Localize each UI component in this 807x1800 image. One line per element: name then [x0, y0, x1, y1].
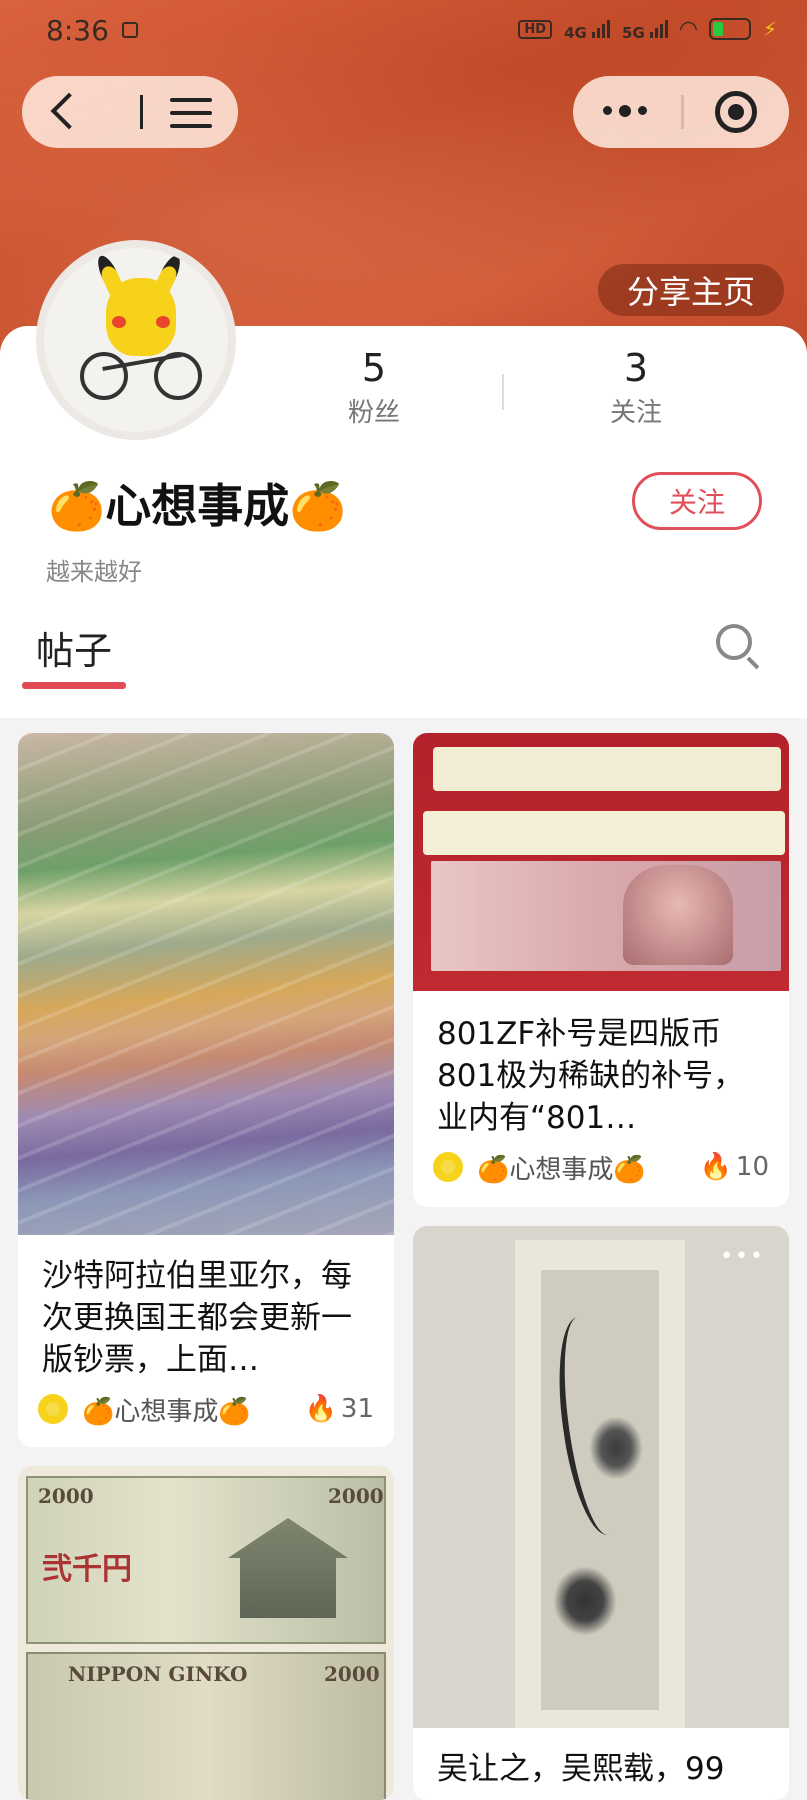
battery-icon [708, 18, 751, 40]
following-stat[interactable]: 3 关注 [594, 346, 678, 429]
nav-capsule-left [22, 76, 238, 148]
post-author: 🍊心想事成🍊 [477, 1154, 646, 1185]
search-icon[interactable] [716, 624, 752, 660]
post-title: 801ZF补号是四版币801极为稀缺的补号，业内有“801… [437, 1016, 745, 1136]
post-image-saudi-riyal [18, 733, 394, 1235]
back-arrow-icon[interactable] [50, 92, 88, 130]
author-avatar [38, 1394, 68, 1424]
profile-bio: 越来越好 [46, 558, 142, 586]
post-image-japanese-yen: 2000 2000 弐千円 NIPPON GINKO 2000 [18, 1466, 394, 1800]
fans-count: 5 [361, 346, 387, 390]
post-heat-count: 10 [735, 1152, 769, 1182]
stat-divider [502, 374, 504, 410]
post-heat-count: 31 [340, 1394, 374, 1424]
post-card[interactable]: 沙特阿拉伯里亚尔，每次更换国王都会更新一版钞票，上面… 🍊心想事成🍊 🔥 31 [18, 733, 394, 1447]
mini-program-capsule [573, 76, 789, 148]
status-indicators: HD 4G 5G ◠ ⚡ [518, 16, 777, 42]
banknote-text: 弐千円 [42, 1552, 132, 1587]
post-card[interactable]: 2000 2000 弐千円 NIPPON GINKO 2000 [18, 1466, 394, 1800]
ink-leaves [589, 1416, 643, 1480]
fire-icon: 🔥 [699, 1152, 732, 1182]
more-dots-icon[interactable]: ••• [720, 1244, 765, 1269]
banknote-portrait [623, 865, 733, 965]
sim-card-icon [122, 22, 138, 38]
banknote: 2000 2000 弐千円 [26, 1476, 386, 1644]
status-bar: 8:36 HD 4G 5G ◠ ⚡ [0, 0, 807, 64]
bicycle-wheel-icon [80, 352, 128, 400]
banknote: NIPPON GINKO 2000 [26, 1652, 386, 1800]
banknote-text: 2000 [328, 1484, 384, 1508]
share-homepage-button[interactable]: 分享主页 [598, 264, 784, 316]
signal-bars-icon [650, 16, 669, 38]
post-card[interactable]: ••• 吴让之，吴熙载，99 [413, 1226, 789, 1800]
follow-button[interactable]: 关注 [632, 472, 762, 530]
post-card[interactable]: 801ZF补号是四版币801极为稀缺的补号，业内有“801… 🍊心想事成🍊 🔥 … [413, 733, 789, 1207]
tab-posts[interactable]: 帖子 [36, 620, 112, 675]
hamburger-menu-icon[interactable] [170, 98, 212, 128]
profile-nickname: 🍊心想事成🍊 [48, 479, 347, 533]
pikachu-cheek-icon [112, 316, 126, 328]
fans-label: 粉丝 [347, 398, 400, 428]
banknote-text: 2000 [324, 1662, 380, 1686]
4g-signal-indicator: 4G [564, 16, 611, 42]
signal-bars-icon [592, 16, 611, 38]
post-image-ink-painting: ••• [413, 1226, 789, 1728]
post-title: 吴让之，吴熙载，99 [437, 1751, 725, 1787]
record-target-icon[interactable] [715, 91, 757, 133]
following-label: 关注 [609, 398, 662, 428]
fans-stat[interactable]: 5 粉丝 [332, 346, 416, 429]
status-time: 8:36 [46, 14, 109, 47]
shureimon-gate [228, 1518, 348, 1618]
wifi-icon: ◠ [680, 16, 697, 42]
bicycle-wheel-icon [154, 352, 202, 400]
banknote-text: NIPPON GINKO [68, 1662, 248, 1686]
banknote-text: 2000 [38, 1484, 94, 1508]
author-avatar [433, 1152, 463, 1182]
pikachu-cheek-icon [156, 316, 170, 328]
charging-bolt-icon: ⚡ [762, 17, 777, 41]
more-dots-icon[interactable] [603, 105, 647, 117]
post-meta: 🍊心想事成🍊 🔥 10 [433, 1147, 769, 1187]
4g-label: 4G [564, 24, 587, 42]
avatar[interactable] [36, 240, 236, 440]
fire-icon: 🔥 [304, 1394, 337, 1424]
active-tab-indicator [22, 682, 126, 689]
capsule-divider [140, 95, 143, 129]
capsule-divider [681, 95, 684, 129]
post-title: 沙特阿拉伯里亚尔，每次更换国王都会更新一版钞票，上面… [42, 1258, 352, 1378]
post-author: 🍊心想事成🍊 [82, 1396, 251, 1427]
post-meta: 🍊心想事成🍊 🔥 31 [38, 1389, 374, 1429]
grading-slab [433, 747, 781, 791]
5g-label: 5G [622, 24, 645, 42]
post-image-acg-banknote [413, 733, 789, 991]
hd-network-badge: HD [518, 19, 553, 39]
ink-leaves [553, 1566, 617, 1636]
following-count: 3 [623, 346, 649, 390]
5g-signal-indicator: 5G [622, 16, 669, 42]
grading-slab [423, 811, 785, 855]
